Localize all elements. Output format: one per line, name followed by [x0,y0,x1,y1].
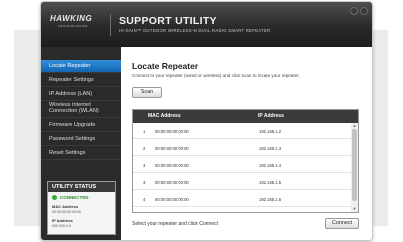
mac-address-value: 00:00:00:00:00:00 [52,209,81,214]
row-mac: 00:00:00:00:00:00 [155,163,189,168]
row-ip: 192.168.1.5 [259,180,282,185]
column-header-mac: MAC Address [148,113,181,119]
table-row[interactable]: 3 00:00:00:00:00:00 192.168.1.4 [133,158,351,173]
minimize-icon[interactable] [350,7,358,15]
app-window: HAWKING TECHNOLOGIES SUPPORT UTILITY HI-… [41,2,372,240]
title-bar: HAWKING TECHNOLOGIES SUPPORT UTILITY HI-… [41,2,372,47]
ip-address-value: 000.000.0.0 [52,223,71,228]
connect-button[interactable]: Connect [325,218,359,229]
page-title: Locate Repeater [132,61,199,71]
row-mac: 00:00:00:00:00:00 [155,180,189,185]
status-dot-icon [52,195,57,200]
close-icon[interactable] [360,7,368,15]
sidebar-item-label: Locate Repeater [49,63,91,69]
row-mac: 00:00:00:00:00:00 [155,197,189,202]
table-row[interactable]: 4 00:00:00:00:00:00 192.168.1.6 [133,192,351,207]
table-header: MAC Address IP Address [133,110,358,123]
app-subtitle: HI-GAIN™ OUTDOOR WIRELESS-N DUAL RADIO S… [119,28,271,33]
sidebar-item-label-line2: Connection (WLAN) [49,107,99,114]
app-title: SUPPORT UTILITY [119,15,217,27]
repeater-table: MAC Address IP Address 1 00:00:00:00:00:… [132,109,359,213]
sidebar-item-wireless-connection[interactable]: Wireless Internet Connection (WLAN) [41,101,121,118]
sidebar-item-label: Repeater Settings [49,77,94,83]
sidebar-item-label: Firmware Upgrade [49,122,96,128]
status-heading: UTILITY STATUS [48,182,115,192]
sidebar-item-locate-repeater[interactable]: Locate Repeater [41,60,121,73]
connect-hint: Select your repeater and click Connect [132,221,218,227]
sidebar-item-repeater-settings[interactable]: Repeater Settings [41,73,121,87]
row-mac: 00:00:00:00:00:00 [155,129,189,134]
logo-text: HAWKING [50,14,93,23]
table-scrollbar[interactable]: ▲ ▼ [351,123,358,212]
sidebar-item-firmware-upgrade[interactable]: Firmware Upgrade [41,118,121,132]
row-number: 1 [143,129,146,134]
table-row[interactable]: 3 00:00:00:00:00:00 192.168.1.5 [133,175,351,190]
scan-button[interactable]: Scan [132,87,162,98]
row-ip: 192.168.1.6 [259,197,282,202]
main-content: Locate Repeater Connect to your repeater… [121,47,372,240]
row-number: 3 [143,180,146,185]
scroll-down-icon[interactable]: ▼ [352,206,357,211]
sidebar-item-ip-address[interactable]: IP Address (LAN) [41,87,121,101]
page-description: Connect to your repeater (wired or wirel… [132,73,300,78]
sidebar-item-label: Password Settings [49,136,96,142]
table-row[interactable]: 2 00:00:00:00:00:00 192.168.1.3 [133,141,351,156]
sidebar: Locate Repeater Repeater Settings IP Add… [41,47,121,240]
row-ip: 192.168.1.3 [259,146,282,151]
scroll-up-icon[interactable]: ▲ [352,123,357,128]
row-ip: 192.168.1.2 [259,129,282,134]
column-header-ip: IP Address [258,113,284,119]
row-number: 4 [143,197,146,202]
sidebar-item-label: IP Address (LAN) [49,91,93,97]
scroll-thumb[interactable] [352,129,357,201]
sidebar-item-label: Reset Settings [49,150,86,156]
utility-status-panel: UTILITY STATUS CONNECTED MAC Address 00:… [47,181,116,235]
connection-state: CONNECTED [60,194,89,200]
row-ip: 192.168.1.4 [259,163,282,168]
row-mac: 00:00:00:00:00:00 [155,146,189,151]
row-number: 2 [143,146,146,151]
brand-logo: HAWKING TECHNOLOGIES [50,14,108,34]
row-number: 3 [143,163,146,168]
sidebar-item-reset-settings[interactable]: Reset Settings [41,146,121,160]
sidebar-item-password-settings[interactable]: Password Settings [41,132,121,146]
logo-subtext: TECHNOLOGIES [58,24,88,28]
mac-address-label: MAC Address [52,204,79,209]
table-row[interactable]: 1 00:00:00:00:00:00 192.168.1.2 [133,124,351,139]
title-divider [110,14,111,36]
ip-address-label: IP Address [52,218,73,223]
